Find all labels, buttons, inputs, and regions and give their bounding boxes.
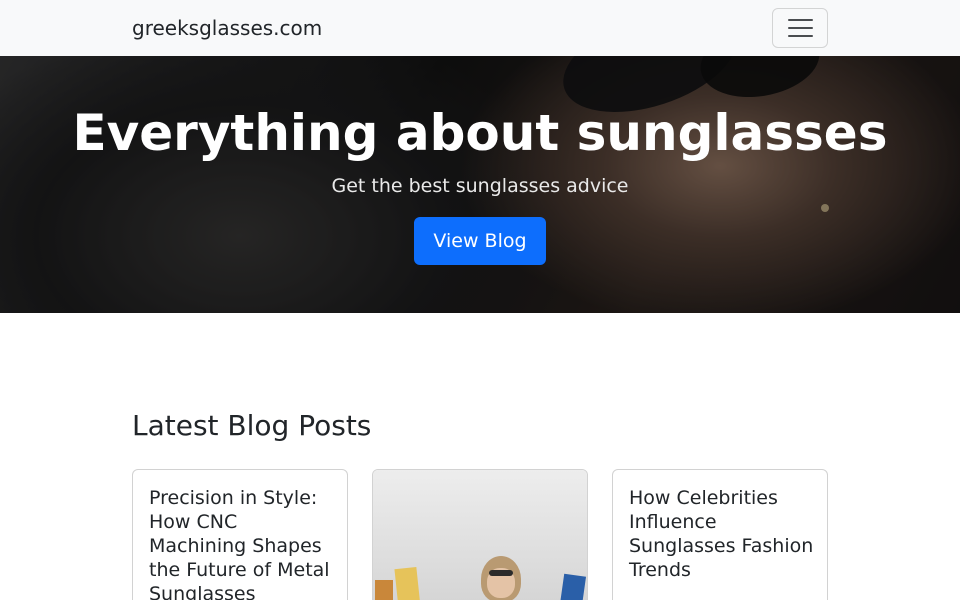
hero-subtitle: Get the best sunglasses advice [331,175,629,197]
brand-link[interactable]: greeksglasses.com [132,15,322,41]
navbar-toggler-button[interactable] [772,8,828,48]
navbar: greeksglasses.com [0,0,960,56]
blog-post-card[interactable]: Precision in Style: How CNC Machining Sh… [132,469,348,600]
hamburger-menu-icon-bar [788,35,813,37]
shopping-bag-shape [557,573,587,600]
blog-post-title[interactable]: Precision in Style: How CNC Machining Sh… [149,486,339,600]
hamburger-menu-icon-bar [788,27,813,29]
shopping-bag-shape [394,566,422,600]
section-title: Latest Blog Posts [132,409,372,442]
shopping-bag-shape [375,580,393,600]
hamburger-menu-icon [788,19,813,21]
hero-banner: Everything about sunglasses Get the best… [0,56,960,313]
view-blog-button[interactable]: View Blog [414,217,546,265]
blog-post-card[interactable]: How Celebrities Influence Sunglasses Fas… [612,469,828,600]
blog-post-card[interactable] [372,469,588,600]
hero-title: Everything about sunglasses [72,104,888,162]
blog-post-title[interactable]: How Celebrities Influence Sunglasses Fas… [629,486,819,582]
sunglasses-shape [489,570,513,576]
blog-post-image[interactable] [373,470,587,600]
